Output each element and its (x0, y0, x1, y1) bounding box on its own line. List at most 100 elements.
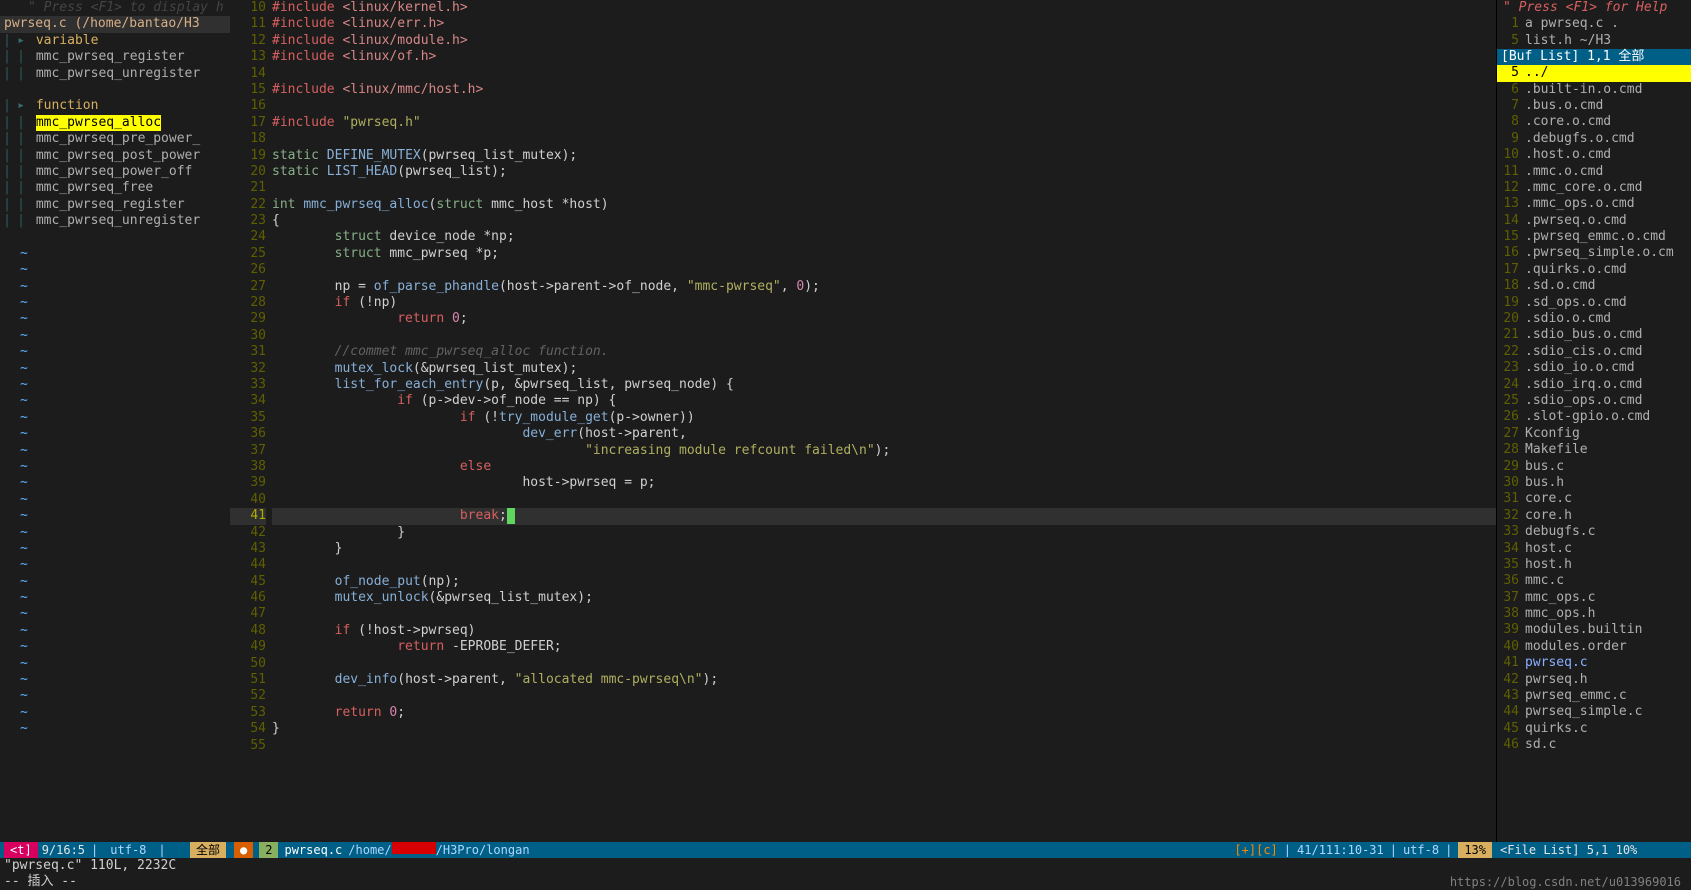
filelist-item[interactable]: 31core.c (1497, 491, 1691, 507)
code-line[interactable] (272, 131, 1496, 147)
code-line[interactable]: struct device_node *np; (272, 229, 1496, 245)
filelist-item[interactable]: 36mmc.c (1497, 573, 1691, 589)
code-line[interactable]: else (272, 459, 1496, 475)
filelist-item[interactable]: 14.pwrseq.o.cmd (1497, 213, 1691, 229)
code-line[interactable]: #include <linux/mmc/host.h> (272, 82, 1496, 98)
code-line[interactable]: //commet mmc_pwrseq_alloc function. (272, 344, 1496, 360)
filelist-item[interactable]: 42pwrseq.h (1497, 672, 1691, 688)
code-area[interactable]: #include <linux/kernel.h>#include <linux… (272, 0, 1496, 754)
tag-item[interactable]: || mmc_pwrseq_unregister (0, 66, 230, 82)
filelist-item[interactable]: 5../ (1497, 65, 1691, 81)
code-line[interactable]: return -EPROBE_DEFER; (272, 639, 1496, 655)
tag-item[interactable]: || mmc_pwrseq_register (0, 49, 230, 65)
filelist-item[interactable]: 21.sdio_bus.o.cmd (1497, 327, 1691, 343)
code-line[interactable]: break; (272, 508, 1496, 524)
filelist-item[interactable]: 34host.c (1497, 541, 1691, 557)
tag-group-function[interactable]: |▸ function (0, 98, 230, 114)
code-line[interactable]: return 0; (272, 705, 1496, 721)
code-line[interactable]: #include <linux/module.h> (272, 33, 1496, 49)
code-line[interactable]: static LIST_HEAD(pwrseq_list); (272, 164, 1496, 180)
filelist-item[interactable]: 27Kconfig (1497, 426, 1691, 442)
code-line[interactable]: #include <linux/of.h> (272, 49, 1496, 65)
code-line[interactable] (272, 557, 1496, 573)
buflist-item[interactable]: 1a pwrseq.c . (1497, 16, 1691, 32)
code-line[interactable]: mutex_unlock(&pwrseq_list_mutex); (272, 590, 1496, 606)
code-line[interactable]: } (272, 525, 1496, 541)
filelist-item[interactable]: 41pwrseq.c (1497, 655, 1691, 671)
filelist-item[interactable]: 26.slot-gpio.o.cmd (1497, 409, 1691, 425)
command-line[interactable]: "pwrseq.c" 110L, 2232C -- 插入 -- https://… (0, 858, 1691, 890)
code-line[interactable]: list_for_each_entry(p, &pwrseq_list, pwr… (272, 377, 1496, 393)
filelist-item[interactable]: 25.sdio_ops.o.cmd (1497, 393, 1691, 409)
filelist-item[interactable]: 7.bus.o.cmd (1497, 98, 1691, 114)
code-line[interactable]: np = of_parse_phandle(host->parent->of_n… (272, 279, 1496, 295)
tag-item[interactable]: || mmc_pwrseq_alloc (0, 115, 230, 131)
filelist-item[interactable]: 44pwrseq_simple.c (1497, 704, 1691, 720)
editor-pane[interactable]: 1011121314151617181920212223242526272829… (230, 0, 1496, 858)
filelist-item[interactable]: 13.mmc_ops.o.cmd (1497, 196, 1691, 212)
filelist-item[interactable]: 12.mmc_core.o.cmd (1497, 180, 1691, 196)
filelist-item[interactable]: 10.host.o.cmd (1497, 147, 1691, 163)
filelist-item[interactable]: 20.sdio.o.cmd (1497, 311, 1691, 327)
filelist-item[interactable]: 45quirks.c (1497, 721, 1691, 737)
code-line[interactable] (272, 492, 1496, 508)
code-line[interactable]: return 0; (272, 311, 1496, 327)
tag-item[interactable]: || mmc_pwrseq_unregister (0, 213, 230, 229)
filelist-item[interactable]: 11.mmc.o.cmd (1497, 164, 1691, 180)
code-line[interactable]: int mmc_pwrseq_alloc(struct mmc_host *ho… (272, 197, 1496, 213)
filelist-item[interactable]: 37mmc_ops.c (1497, 590, 1691, 606)
tag-item[interactable]: || mmc_pwrseq_pre_power_ (0, 131, 230, 147)
code-line[interactable]: #include <linux/err.h> (272, 16, 1496, 32)
filelist-item[interactable]: 40modules.order (1497, 639, 1691, 655)
code-line[interactable]: dev_info(host->parent, "allocated mmc-pw… (272, 672, 1496, 688)
code-line[interactable]: if (!try_module_get(p->owner)) (272, 410, 1496, 426)
filelist-item[interactable]: 17.quirks.o.cmd (1497, 262, 1691, 278)
filelist-item[interactable]: 38mmc_ops.h (1497, 606, 1691, 622)
filelist-item[interactable]: 32core.h (1497, 508, 1691, 524)
filelist-item[interactable]: 33debugfs.c (1497, 524, 1691, 540)
code-line[interactable]: struct mmc_pwrseq *p; (272, 246, 1496, 262)
filelist-item[interactable]: 30bus.h (1497, 475, 1691, 491)
code-line[interactable] (272, 98, 1496, 114)
filelist-item[interactable]: 35host.h (1497, 557, 1691, 573)
tag-item[interactable]: || mmc_pwrseq_post_power (0, 148, 230, 164)
filelist-item[interactable]: 6.built-in.o.cmd (1497, 82, 1691, 98)
filelist-item[interactable]: 19.sd_ops.o.cmd (1497, 295, 1691, 311)
code-line[interactable]: #include <linux/kernel.h> (272, 0, 1496, 16)
code-line[interactable] (272, 656, 1496, 672)
tag-item[interactable]: || mmc_pwrseq_free (0, 180, 230, 196)
tag-item[interactable]: || mmc_pwrseq_power_off (0, 164, 230, 180)
code-line[interactable]: if (!np) (272, 295, 1496, 311)
code-line[interactable] (272, 66, 1496, 82)
code-line[interactable]: if (p->dev->of_node == np) { (272, 393, 1496, 409)
filelist-item[interactable]: 43pwrseq_emmc.c (1497, 688, 1691, 704)
filelist-item[interactable]: 22.sdio_cis.o.cmd (1497, 344, 1691, 360)
code-line[interactable]: #include "pwrseq.h" (272, 115, 1496, 131)
filelist-item[interactable]: 24.sdio_irq.o.cmd (1497, 377, 1691, 393)
filelist-item[interactable]: 28Makefile (1497, 442, 1691, 458)
code-line[interactable] (272, 688, 1496, 704)
code-line[interactable] (272, 180, 1496, 196)
code-line[interactable]: } (272, 721, 1496, 737)
code-line[interactable] (272, 606, 1496, 622)
filelist-item[interactable]: 29bus.c (1497, 459, 1691, 475)
code-line[interactable] (272, 262, 1496, 278)
code-line[interactable]: if (!host->pwrseq) (272, 623, 1496, 639)
code-line[interactable]: of_node_put(np); (272, 574, 1496, 590)
code-line[interactable]: static DEFINE_MUTEX(pwrseq_list_mutex); (272, 148, 1496, 164)
code-line[interactable]: mutex_lock(&pwrseq_list_mutex); (272, 361, 1496, 377)
filelist-item[interactable]: 8.core.o.cmd (1497, 114, 1691, 130)
filelist-item[interactable]: 18.sd.o.cmd (1497, 278, 1691, 294)
tag-item[interactable]: || mmc_pwrseq_register (0, 197, 230, 213)
filelist-item[interactable]: 15.pwrseq_emmc.o.cmd (1497, 229, 1691, 245)
filelist-item[interactable]: 39modules.builtin (1497, 622, 1691, 638)
filelist-item[interactable]: 23.sdio_io.o.cmd (1497, 360, 1691, 376)
code-line[interactable] (272, 328, 1496, 344)
code-line[interactable]: "increasing module refcount failed\n"); (272, 443, 1496, 459)
code-line[interactable]: { (272, 213, 1496, 229)
buflist-item[interactable]: 5 list.h ~/H3 (1497, 33, 1691, 49)
filelist-item[interactable]: 46sd.c (1497, 737, 1691, 753)
code-line[interactable] (272, 738, 1496, 754)
code-line[interactable]: dev_err(host->parent, (272, 426, 1496, 442)
tag-group-variable[interactable]: |▸ variable (0, 33, 230, 49)
